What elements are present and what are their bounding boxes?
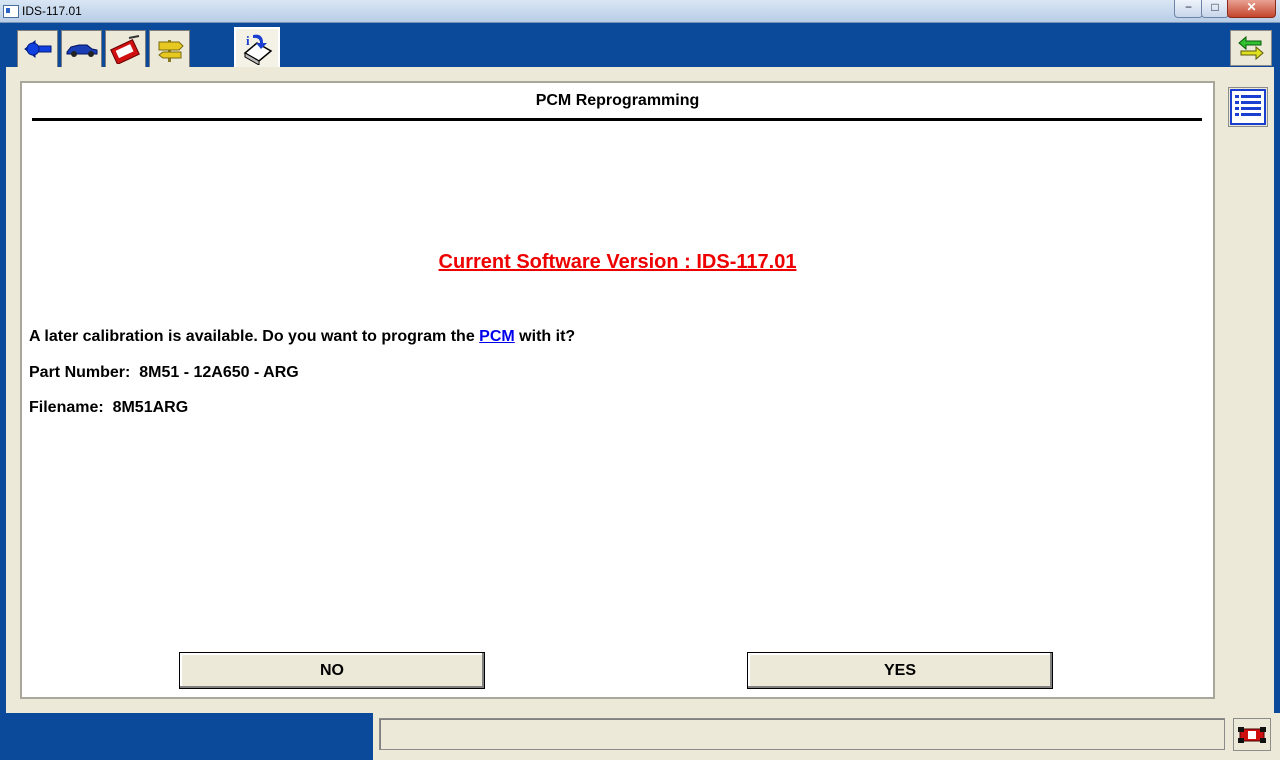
vehicle-status-button[interactable] [1233, 718, 1271, 751]
question-suffix: with it? [514, 328, 576, 345]
status-message [379, 718, 1225, 750]
question-prefix: A later calibration is available. Do you… [29, 328, 480, 345]
pcm-link[interactable]: PCM [479, 328, 515, 345]
tab-connector[interactable] [17, 30, 58, 67]
yes-button[interactable]: YES [747, 652, 1053, 689]
minimize-button[interactable]: − [1174, 0, 1203, 18]
vehicle-icon [66, 44, 97, 57]
tab-vehicle[interactable] [61, 30, 102, 67]
window-title-bar: IDS-117.01 − □ ✕ [0, 0, 1280, 23]
content-panel: PCM Reprogramming Current Software Versi… [20, 81, 1215, 699]
status-right-area [373, 713, 1280, 760]
swap-arrows-icon [1238, 35, 1264, 61]
window-title: IDS-117.01 [22, 4, 82, 18]
current-software-version: Current Software Version : IDS-117.01 [438, 251, 797, 273]
list-button[interactable] [1228, 87, 1268, 127]
app-icon [3, 5, 19, 18]
main-frame: PCM Reprogramming Current Software Versi… [6, 67, 1274, 713]
list-icon [1230, 89, 1266, 125]
tab-module-programming[interactable]: i [234, 27, 280, 67]
no-button[interactable]: NO [179, 652, 485, 689]
status-bar [0, 713, 1280, 760]
tab-signpost[interactable] [149, 30, 190, 67]
part-number: Part Number: 8M51 - 12A650 - ARG [29, 364, 299, 381]
close-button[interactable]: ✕ [1227, 0, 1276, 18]
title-divider [32, 118, 1202, 121]
module-programming-icon: i [243, 33, 273, 65]
calibration-question: A later calibration is available. Do you… [29, 328, 575, 346]
vehicle-status-icon [1238, 726, 1266, 743]
svg-text:i: i [246, 33, 250, 48]
toolbox-icon [109, 35, 140, 64]
filename: Filename: 8M51ARG [29, 399, 189, 416]
main-toolbar: i [0, 23, 1280, 67]
page-title: PCM Reprogramming [535, 92, 700, 109]
maximize-button[interactable]: □ [1201, 0, 1229, 18]
tab-toolbox[interactable] [105, 30, 146, 67]
signpost-icon [157, 40, 184, 62]
connector-icon [23, 39, 51, 59]
status-left-area [0, 713, 373, 760]
swap-button[interactable] [1230, 30, 1272, 66]
